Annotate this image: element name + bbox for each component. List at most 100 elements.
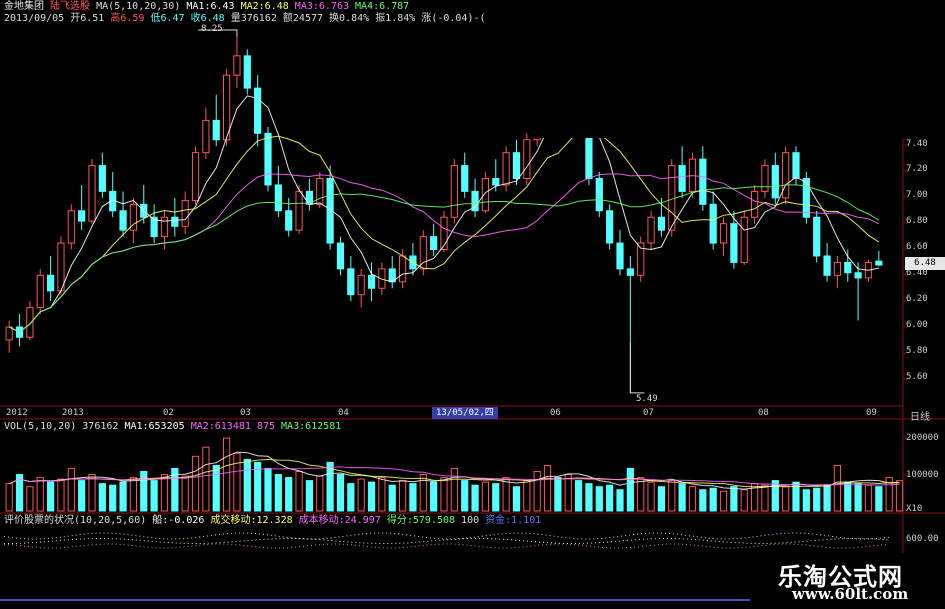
cursor-date: 13/05/02,四 — [432, 407, 498, 419]
candle-body — [336, 242, 345, 270]
candle-body — [233, 55, 241, 76]
quote-date: 2013/09/05 — [4, 13, 65, 24]
volume-bar — [367, 481, 376, 512]
volume-bar — [844, 481, 852, 512]
volume-bar — [678, 483, 686, 512]
date-tick: 08 — [758, 408, 769, 418]
current-price-tag: 6.48 — [905, 257, 945, 270]
ma2-value: MA2:6.48 — [240, 1, 289, 12]
volume-bar — [67, 467, 75, 512]
volume-bar — [523, 480, 531, 512]
volume-bar — [657, 486, 666, 512]
candle-body — [254, 87, 262, 134]
period-label[interactable]: 日线 — [910, 408, 930, 423]
candle-body — [171, 216, 179, 227]
volume-bar — [709, 487, 717, 512]
quote-amplitude: 振1.84% — [375, 13, 416, 24]
quote-open: 开6.51 — [70, 13, 105, 24]
volume-bar — [533, 471, 541, 512]
volume-bar — [78, 480, 86, 512]
eval-line-1 — [3, 532, 890, 540]
volume-bar — [191, 455, 200, 512]
volume-bar — [129, 477, 138, 512]
vol-unit: X10 — [906, 504, 923, 514]
volume-bar — [336, 474, 345, 512]
occluded-area — [533, 0, 905, 138]
volume-bar — [688, 486, 697, 512]
volume-bar — [160, 474, 169, 512]
volume-bar — [430, 481, 438, 512]
volume-bar — [740, 489, 748, 512]
candle-body — [450, 165, 458, 218]
volume-bar — [440, 477, 448, 512]
candle-body — [119, 210, 127, 231]
high-annotation: 8.25 — [201, 24, 223, 34]
candle-body — [709, 203, 717, 244]
volume-bar — [274, 474, 282, 512]
eval-line-3 — [3, 543, 890, 549]
candle-body — [88, 165, 96, 222]
volume-bar — [140, 471, 148, 512]
candle-body — [854, 272, 862, 279]
volume-bar — [647, 481, 655, 512]
candle-body — [481, 177, 490, 212]
candle-body — [719, 223, 728, 244]
eval-tick: 600.00 — [906, 534, 939, 544]
volume-bar — [316, 475, 324, 512]
candle-body — [26, 307, 34, 338]
date-tick: 03 — [240, 408, 251, 418]
watermark-url[interactable]: www.60lt.com — [792, 585, 908, 603]
low-leader — [629, 342, 645, 394]
volume-bar — [875, 486, 883, 512]
eval-header: 评价股票的状况(10,20,5,60) 船:-0.026 成交移动:12.328… — [4, 515, 541, 527]
date-tick: 07 — [643, 408, 654, 418]
candle-body — [160, 216, 169, 238]
candle-body — [98, 165, 106, 192]
candle-body — [243, 55, 251, 89]
candle-body — [67, 210, 75, 244]
volume-bar — [347, 483, 355, 512]
volume-bar — [46, 481, 55, 512]
volume-bar — [854, 483, 862, 512]
candle-body — [740, 216, 748, 263]
vol-ma2: MA2:613481 — [190, 421, 251, 432]
volume-bar — [388, 484, 396, 512]
quote-volume: 量376162 — [230, 13, 277, 24]
candle-body — [357, 274, 365, 296]
volume-bar — [212, 464, 220, 512]
vol-tick: 100000 — [906, 470, 939, 480]
volume-bar — [543, 464, 552, 512]
date-tick: 02 — [163, 408, 174, 418]
volume-bar — [481, 481, 490, 512]
volume-bar — [782, 486, 790, 512]
candle-body — [802, 177, 810, 218]
candle-body — [657, 216, 666, 231]
eval-label: 评价股票的状况(10,20,5,60) — [4, 515, 147, 526]
candle-body — [5, 326, 13, 341]
volume-bar — [719, 490, 728, 512]
candle-body — [367, 274, 376, 289]
candle-body — [782, 152, 790, 199]
candle-body — [606, 210, 614, 244]
quote-close: 收6.48 — [190, 13, 225, 24]
volume-bar — [823, 484, 831, 512]
eval-item-1: 船:-0.026 — [152, 515, 205, 526]
candle-body — [78, 210, 86, 222]
vol-ma2-tail: 875 — [256, 421, 275, 432]
candle-body — [430, 236, 438, 251]
candle-body — [730, 223, 738, 263]
volume-bar — [243, 458, 251, 512]
volume-bar — [119, 481, 127, 512]
volume-bar — [326, 461, 334, 512]
price-tick: 6.20 — [906, 294, 928, 304]
candle-body — [36, 274, 44, 309]
eval-item-3: 成本移动:24.997 — [298, 515, 381, 526]
volume-bar — [699, 489, 707, 512]
volume-bar — [616, 489, 624, 512]
price-tick: 5.60 — [906, 372, 928, 382]
volume-bar — [150, 480, 158, 512]
volume-bar — [26, 486, 34, 512]
volume-bar — [637, 477, 645, 512]
candle-body — [398, 255, 407, 283]
volume-bar — [668, 480, 676, 512]
